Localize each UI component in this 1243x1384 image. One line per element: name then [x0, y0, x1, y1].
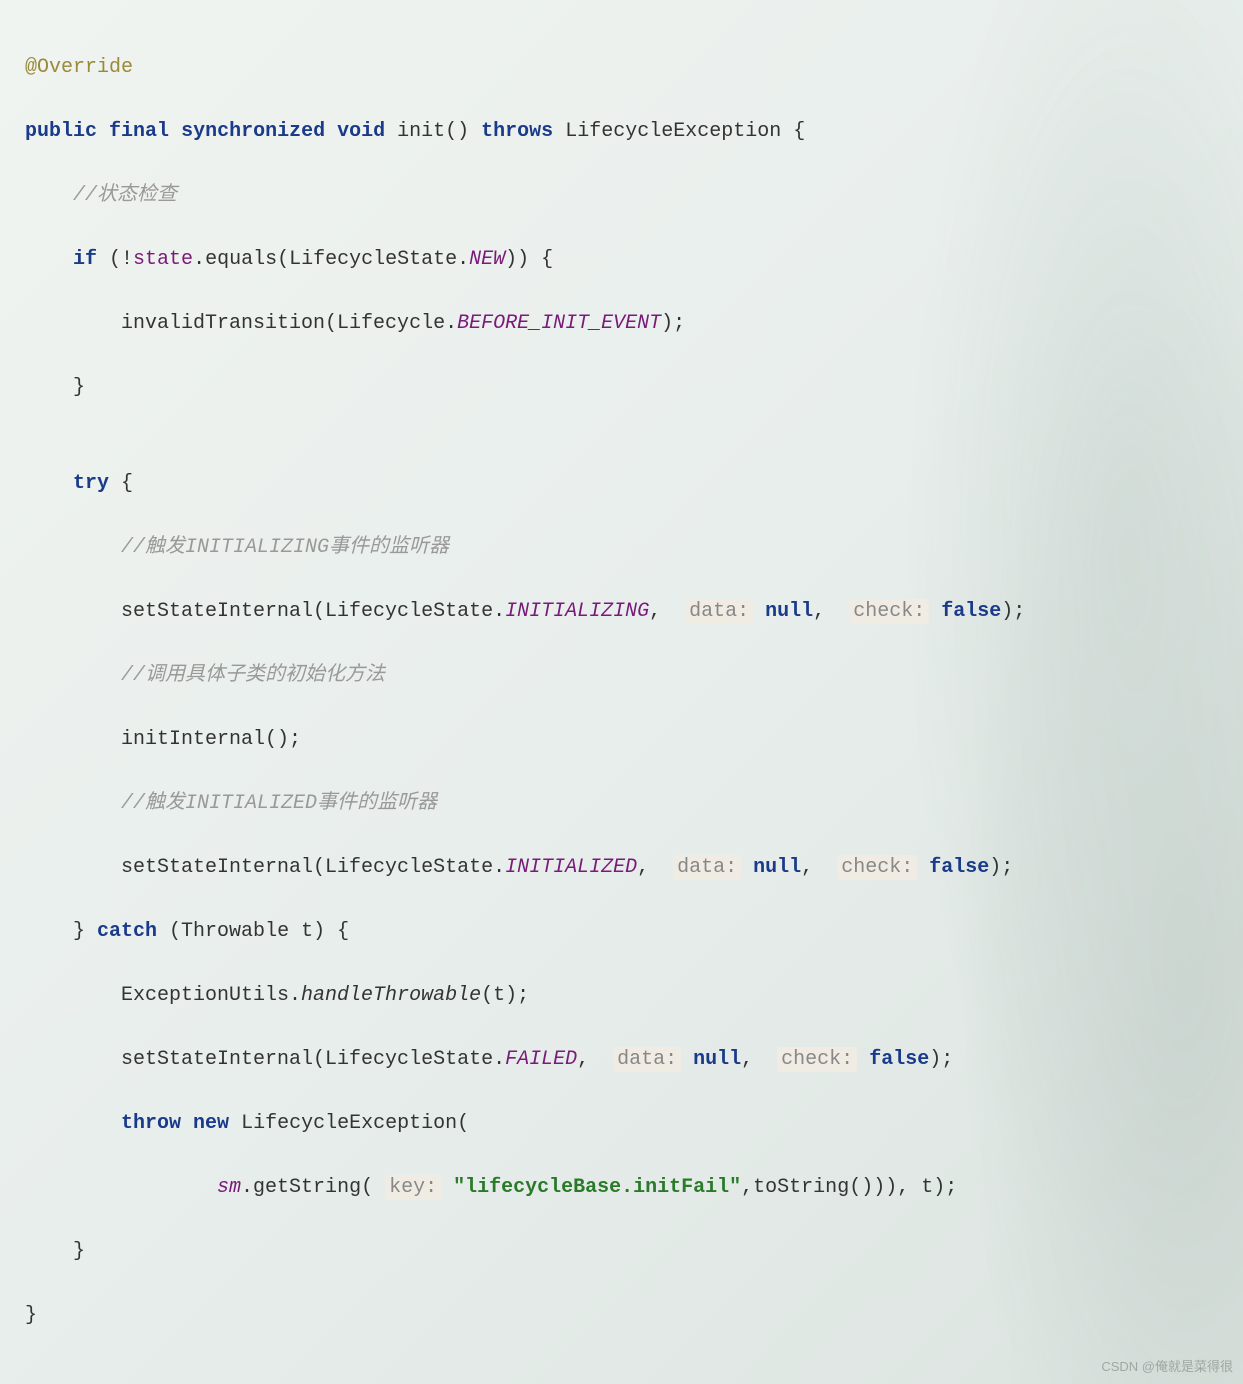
init-internal-call: initInternal(); — [121, 728, 301, 751]
kw-public: public — [25, 120, 97, 143]
set-state-call-3: setStateInternal(LifecycleState. — [121, 1048, 505, 1071]
hint-check: check: — [849, 599, 929, 624]
method-name: init — [397, 120, 445, 143]
kw-throw: throw — [121, 1112, 181, 1135]
watermark: CSDN @俺就是菜得很 — [1101, 1357, 1233, 1378]
kw-void: void — [337, 120, 385, 143]
comment-initialized: //触发INITIALIZED事件的监听器 — [121, 792, 437, 815]
const-before-init: BEFORE_INIT_EVENT — [457, 312, 661, 335]
kw-null: null — [765, 600, 813, 623]
comment-state-check: //状态检查 — [73, 184, 177, 207]
lifecycle-exception: LifecycleException( — [241, 1112, 469, 1135]
equals-call: .equals(LifecycleState. — [193, 248, 469, 271]
annotation: @Override — [25, 56, 133, 79]
set-state-call-2: setStateInternal(LifecycleState. — [121, 856, 505, 879]
kw-null-2: null — [753, 856, 801, 879]
exception-utils: ExceptionUtils. — [121, 984, 301, 1007]
hint-check-3: check: — [777, 1047, 857, 1072]
hint-data-2: data: — [673, 855, 741, 880]
hint-data-3: data: — [613, 1047, 681, 1072]
const-initializing: INITIALIZING — [505, 600, 649, 623]
kw-false-2: false — [929, 856, 989, 879]
comment-initializing: //触发INITIALIZING事件的监听器 — [121, 536, 449, 559]
kw-null-3: null — [693, 1048, 741, 1071]
catch-param: (Throwable t) { — [169, 920, 349, 943]
field-sm: sm — [217, 1176, 241, 1199]
invalid-transition: invalidTransition(Lifecycle. — [121, 312, 457, 335]
kw-sync: synchronized — [181, 120, 325, 143]
comment-subclass-init: //调用具体子类的初始化方法 — [121, 664, 385, 687]
set-state-call: setStateInternal(LifecycleState. — [121, 600, 505, 623]
string-literal: "lifecycleBase.initFail" — [453, 1176, 741, 1199]
kw-false-3: false — [869, 1048, 929, 1071]
kw-try: try — [73, 472, 109, 495]
kw-false: false — [941, 600, 1001, 623]
hint-check-2: check: — [837, 855, 917, 880]
const-initialized: INITIALIZED — [505, 856, 637, 879]
kw-new: new — [193, 1112, 229, 1135]
const-new: NEW — [469, 248, 505, 271]
kw-throws: throws — [481, 120, 553, 143]
get-string-call: .getString( — [241, 1176, 373, 1199]
kw-catch: catch — [97, 920, 157, 943]
tostring-tail: ,toString())), t); — [741, 1176, 957, 1199]
code-block: @Override public final synchronized void… — [25, 20, 1218, 1364]
field-state: state — [133, 248, 193, 271]
handle-throwable: handleThrowable — [301, 984, 481, 1007]
hint-data: data: — [685, 599, 753, 624]
exception-type: LifecycleException — [565, 120, 781, 143]
const-failed: FAILED — [505, 1048, 577, 1071]
kw-final: final — [109, 120, 169, 143]
kw-if: if — [73, 248, 97, 271]
hint-key: key: — [385, 1175, 441, 1200]
